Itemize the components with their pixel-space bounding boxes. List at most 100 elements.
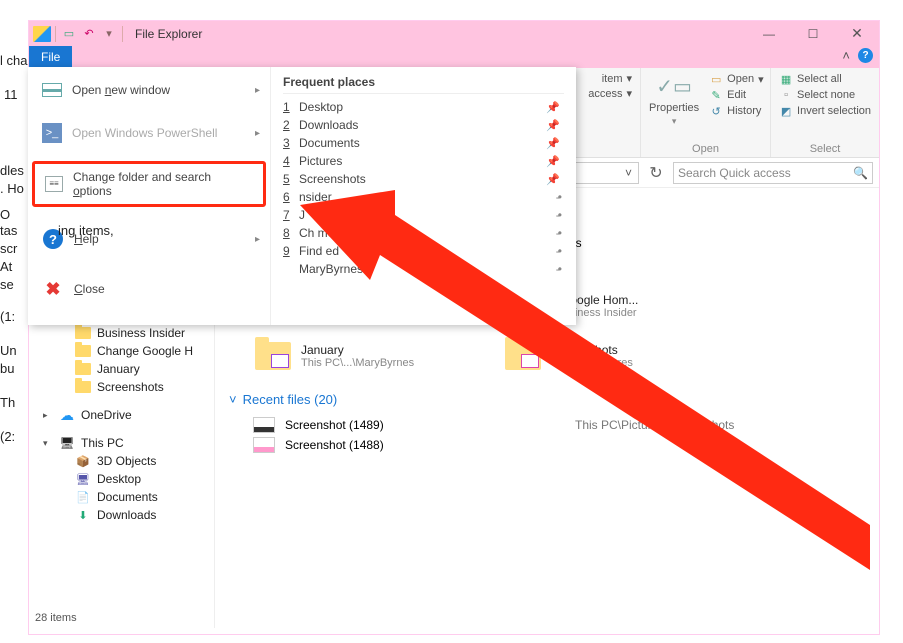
- folder-icon: [75, 363, 91, 375]
- maximize-button[interactable]: ☐: [791, 21, 835, 46]
- menu-change-folder-options[interactable]: ≡≡ Change folder and search options: [32, 161, 266, 207]
- collapse-icon[interactable]: ▾: [43, 438, 48, 449]
- folder-tile[interactable]: ScreenshotsThis PC\Pictures: [503, 338, 713, 374]
- tile-name: January: [301, 343, 414, 357]
- history-button[interactable]: ↺History: [709, 104, 763, 118]
- edit-icon: ✎: [709, 88, 723, 102]
- frequent-place-item[interactable]: MaryByrnes-•: [283, 260, 564, 278]
- nav-thispc[interactable]: ▾This PC: [29, 434, 214, 452]
- submenu-arrow-icon: ▸: [255, 128, 260, 139]
- open-icon: ▭: [709, 72, 723, 86]
- close-icon: ✖: [42, 279, 64, 299]
- frequent-place-item[interactable]: 9Find ed-•: [283, 242, 564, 260]
- file-icon: [253, 437, 275, 453]
- unpin-icon: -•: [556, 208, 560, 222]
- menu-open-powershell[interactable]: >_ Open Windows PowerShell ▸: [28, 117, 270, 149]
- bg-text: se: [0, 276, 14, 294]
- open-button[interactable]: ▭Open ▾: [709, 72, 763, 86]
- folder-tile[interactable]: JanuaryThis PC\...\MaryByrnes: [253, 338, 463, 374]
- ribbon-tabs: File ˄ ?: [29, 46, 879, 68]
- recent-name: Screenshot (1488): [285, 438, 565, 452]
- downloads-icon: [75, 508, 91, 522]
- bg-text: ing items,: [58, 222, 114, 240]
- bg-text: (1:: [0, 308, 15, 326]
- select-none-button[interactable]: ▫Select none: [779, 88, 871, 102]
- history-icon: ↺: [709, 104, 723, 118]
- edit-button[interactable]: ✎Edit: [709, 88, 763, 102]
- invert-selection-button[interactable]: ◩Invert selection: [779, 104, 871, 118]
- titlebar[interactable]: ▭ ↶ ▾ File Explorer — ☐ ✕: [29, 21, 879, 46]
- nav-documents[interactable]: Documents: [29, 488, 214, 506]
- invert-icon: ◩: [779, 104, 793, 118]
- select-all-icon: ▦: [779, 72, 793, 86]
- window-icon: [42, 83, 62, 97]
- nav-folder[interactable]: Change Google H: [29, 342, 214, 360]
- qat-undo-icon[interactable]: ↶: [80, 25, 98, 43]
- tile-path: This PC\Pictures: [551, 357, 633, 369]
- bg-text: bu: [0, 360, 14, 378]
- qat-dropdown-icon[interactable]: ▾: [100, 25, 118, 43]
- window-title: File Explorer: [135, 27, 202, 41]
- folder-icon: [505, 342, 541, 370]
- menu-open-new-window[interactable]: Open new window ▸: [28, 77, 270, 103]
- file-tab[interactable]: File: [29, 46, 72, 68]
- bg-text: Th: [0, 394, 15, 412]
- frequent-places-header: Frequent places: [283, 75, 564, 94]
- frequent-place-item[interactable]: 1Desktop📌: [283, 98, 564, 116]
- file-menu: Open new window ▸ >_ Open Windows PowerS…: [28, 67, 576, 325]
- powershell-icon: >_: [42, 123, 62, 143]
- unpin-icon: -•: [556, 226, 560, 240]
- folder-icon: [75, 327, 91, 339]
- qat-properties-icon[interactable]: ▭: [60, 25, 78, 43]
- help-icon[interactable]: ?: [858, 48, 873, 63]
- submenu-arrow-icon: ▸: [255, 85, 260, 96]
- menu-close[interactable]: ✖ Close: [28, 273, 270, 305]
- folder-icon: [75, 345, 91, 357]
- refresh-button[interactable]: ↻: [645, 162, 667, 184]
- nav-folder[interactable]: Screenshots: [29, 378, 214, 396]
- group-select-label: Select: [779, 143, 871, 155]
- bg-text: 11: [4, 86, 18, 104]
- bg-text: dles: [0, 162, 24, 180]
- recent-file[interactable]: Screenshot (1488): [253, 435, 865, 455]
- documents-icon: [75, 490, 91, 504]
- chevron-down-icon: ˅: [229, 392, 237, 407]
- nav-onedrive[interactable]: ▸OneDrive: [29, 406, 214, 424]
- frequent-place-item[interactable]: 8Ch me Name-•: [283, 224, 564, 242]
- pin-icon: 📌: [546, 155, 560, 168]
- nav-desktop[interactable]: Desktop: [29, 470, 214, 488]
- nav-3d-objects[interactable]: 3D Objects: [29, 452, 214, 470]
- frequent-place-item[interactable]: 3Documents📌: [283, 134, 564, 152]
- unpin-icon: -•: [556, 190, 560, 204]
- pin-icon: 📌: [546, 119, 560, 132]
- submenu-arrow-icon: ▸: [255, 234, 260, 245]
- ribbon-collapse-icon[interactable]: ˄: [842, 48, 850, 63]
- thispc-icon: [59, 436, 75, 450]
- frequent-place-item[interactable]: 6nsider-•: [283, 188, 564, 206]
- frequent-place-item[interactable]: 2Downloads📌: [283, 116, 564, 134]
- frequent-place-item[interactable]: 4Pictures📌: [283, 152, 564, 170]
- expand-icon[interactable]: ▸: [43, 410, 48, 421]
- select-all-button[interactable]: ▦Select all: [779, 72, 871, 86]
- recent-files-header[interactable]: ˅Recent files (20): [229, 392, 865, 407]
- unpin-icon: -•: [556, 244, 560, 258]
- properties-button[interactable]: ✓▭ Properties ▾: [649, 72, 699, 127]
- nav-downloads[interactable]: Downloads: [29, 506, 214, 524]
- folder-icon: [75, 381, 91, 393]
- close-button[interactable]: ✕: [835, 21, 879, 46]
- frequent-place-item[interactable]: 7J-•: [283, 206, 564, 224]
- nav-folder[interactable]: January: [29, 360, 214, 378]
- search-input[interactable]: Search Quick access 🔍: [673, 162, 873, 184]
- frequent-place-item[interactable]: 5Screenshots📌: [283, 170, 564, 188]
- tile-name: Screenshots: [551, 343, 633, 357]
- bg-text: tas: [0, 222, 17, 240]
- bg-text: . Ho: [0, 180, 24, 198]
- bg-text: Un: [0, 342, 17, 360]
- minimize-button[interactable]: —: [747, 21, 791, 46]
- folder-icon: [255, 342, 291, 370]
- bg-text: (2:: [0, 428, 15, 446]
- bg-text: scr: [0, 240, 17, 258]
- recent-file[interactable]: Screenshot (1489) This PC\Pictures\Scree…: [253, 415, 865, 435]
- pin-icon: 📌: [546, 137, 560, 150]
- nav-folder[interactable]: Business Insider: [29, 324, 214, 342]
